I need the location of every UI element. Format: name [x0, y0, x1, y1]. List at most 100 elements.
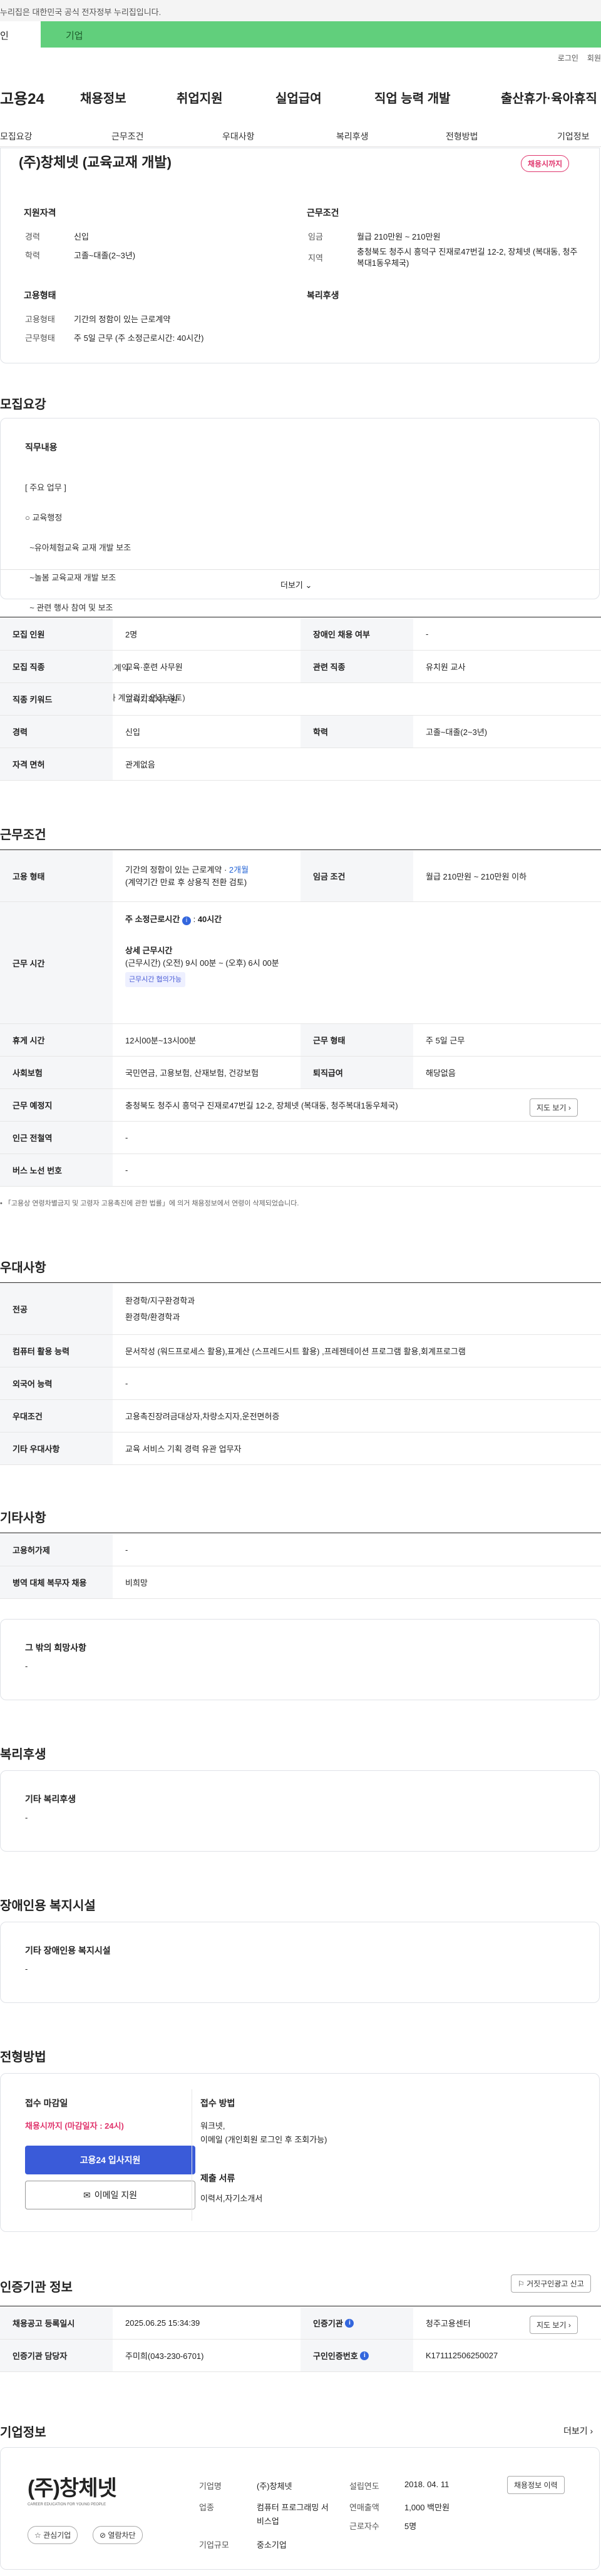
cond-title: 근무조건: [307, 208, 339, 218]
table-row: 근무 시간 주 소정근로시간 i : 40시간 상세 근무시간 (근무시간) (…: [0, 902, 601, 1024]
welfare-box-value: -: [25, 1813, 28, 1822]
career-label: 경력: [25, 232, 40, 241]
recruit-history-button[interactable]: 채용정보 이력: [507, 2476, 565, 2494]
table-row: 우대조건 고용촉진장려금대상자,차량소지자,운전면허증: [0, 1400, 601, 1433]
founded-label: 설립연도: [349, 2482, 379, 2491]
nav-recruit[interactable]: 채용정보: [80, 88, 126, 106]
table-cell: 비희망: [125, 1578, 148, 1588]
nav-parental[interactable]: 출산휴가·육아휴직: [501, 88, 597, 106]
section-recruit: 모집요강: [0, 398, 46, 412]
job-line: ~놀봄 교육교재 개발 보조: [25, 573, 116, 582]
more-button[interactable]: 더보기 ⌄: [280, 579, 312, 591]
table-row: 버스 노선 번호 -: [0, 1154, 601, 1187]
table-header-cell: 직종 키워드: [0, 683, 113, 715]
work-form-value: 주 5일 근무 (주 소정근로시간: 40시간): [74, 333, 204, 343]
deadline-title: 접수 마감일: [25, 2098, 68, 2108]
table-header-cell: 병역 대체 복무자 채용: [0, 1566, 113, 1598]
section-conditions: 근무조건: [0, 828, 46, 842]
welfare-title: 복리후생: [307, 290, 339, 300]
table-row: 인증기관 담당자 주미희(043-230-6701) 구인인증번호 i K171112…: [0, 2340, 601, 2372]
table-header-cell: 기타 우대사항: [0, 1433, 113, 1464]
sales-label: 연매출액: [349, 2503, 379, 2512]
map-button[interactable]: 지도 보기 ›: [530, 1098, 578, 1117]
snb-preferences[interactable]: 우대사항: [222, 130, 255, 143]
sub-nav: 모집요강 근무조건 우대사항 복리후생 전형방법 기업정보: [0, 125, 601, 147]
table-header-cell: 구인인증번호 i: [300, 2340, 413, 2371]
etc-box-value: -: [25, 1661, 28, 1671]
snb-welfare[interactable]: 복리후생: [336, 130, 369, 143]
table-cell: 환경학/지구환경학과 환경학/환경학과: [125, 1296, 195, 1322]
table-header-cell: 경력: [0, 716, 113, 748]
tab-individual[interactable]: 인: [0, 21, 41, 48]
table-cell: -: [125, 1133, 128, 1142]
table-cell: 주 소정근로시간 i : 40시간 상세 근무시간 (근무시간) (오전) 9시…: [125, 902, 563, 1023]
table-row: 컴퓨터 활용 능력 문서작성 (워드프로세스 활용),표계산 (스프레드시트 활용…: [0, 1335, 601, 1367]
qual-title: 지원자격: [24, 208, 56, 218]
method-value: 워크넷, 이메일 (개인회원 로그인 후 조회가능): [200, 2121, 327, 2144]
main-nav: 고용24 채용정보 취업지원 실업급여 직업 능력 개발 출산휴가·육아휴직: [0, 81, 601, 113]
staff-label: 근로자수: [349, 2522, 379, 2531]
snb-recruit[interactable]: 모집요강: [0, 130, 33, 143]
table-row: 사회보험 국민연금, 고용보험, 산재보험, 건강보험 퇴직급여 해당없음: [0, 1057, 601, 1089]
member-link[interactable]: 회원: [587, 53, 601, 63]
table-header-cell: 학력: [300, 716, 413, 748]
apply-button[interactable]: 고용24 입사지원: [25, 2146, 195, 2174]
table-cell: 교육 서비스 기획 경력 유관 업무자: [125, 1444, 242, 1454]
disabled-box: [0, 1922, 600, 2003]
site-logo[interactable]: 고용24: [0, 86, 44, 108]
etc-box-title: 그 밖의 희망사항: [25, 1643, 86, 1653]
info-icon: i: [360, 2351, 369, 2360]
table-row: 기타 우대사항 교육 서비스 기획 경력 유관 업무자: [0, 1433, 601, 1465]
nav-employment[interactable]: 취업지원: [177, 88, 223, 106]
table-cell: 충청북도 청주시 흥덕구 진재로47번길 12-2, 장체넷 (복대동, 청주복…: [125, 1101, 398, 1110]
login-link[interactable]: 로그인: [558, 53, 578, 63]
table-row: 전공 환경학/지구환경학과 환경학/환경학과: [0, 1284, 601, 1335]
table-cell: 2025.06.25 15:34:39: [125, 2318, 200, 2328]
wage-value: 월급 210만원 ~ 210만원: [357, 232, 441, 241]
table-header-cell: 외국어 능력: [0, 1367, 113, 1399]
snb-company[interactable]: 기업정보: [557, 130, 590, 143]
table-cell: K171112506250027: [426, 2351, 498, 2360]
table-cell: 고용촉진장려금대상자,차량소지자,운전면허증: [125, 1412, 280, 1421]
staff-value: 5명: [404, 2522, 417, 2531]
section-cert: 인증기관 정보: [0, 2281, 73, 2295]
block-button[interactable]: ⊘ 열람차단: [93, 2526, 143, 2544]
snb-selection[interactable]: 전형방법: [446, 130, 478, 143]
cert-map-button[interactable]: 지도 보기 ›: [530, 2316, 578, 2334]
emp-title: 고용형태: [24, 290, 56, 300]
table-cell: 12시00분~13시00분: [125, 1036, 197, 1045]
nav-unemployment[interactable]: 실업급여: [275, 88, 322, 106]
section-disabled: 장애인용 복지시설: [0, 1899, 96, 1913]
mail-icon: ✉: [83, 2189, 91, 2200]
company-name: (주)창체넷: [257, 2482, 292, 2491]
flexible-hours-badge: 근무시간 협의가능: [125, 972, 186, 987]
emp-type-value: 기간의 정함이 있는 근로계약: [74, 315, 171, 324]
audience-tabs: 인 기업: [0, 21, 601, 48]
table-row: 휴게 시간 12시00분~13시00분 근무 형태 주 5일 근무: [0, 1024, 601, 1057]
disabled-box-value: -: [25, 1964, 28, 1974]
nav-training[interactable]: 직업 능력 개발: [374, 88, 451, 106]
table-row: 채용공고 등록일시 2025.06.25 15:34:39 인증기관 i 청주고용센터: [0, 2307, 601, 2340]
snb-conditions[interactable]: 근무조건: [111, 130, 144, 143]
tab-company[interactable]: 기업: [41, 21, 83, 48]
edu-value: 고졸~대졸(2~3년): [74, 251, 136, 260]
report-button[interactable]: ⚐ 거짓구인광고 신고: [511, 2274, 591, 2293]
section-company: 기업정보: [0, 2426, 46, 2440]
table-row: 외국어 능력 -: [0, 1367, 601, 1400]
table-header-cell: 관련 직종: [300, 651, 413, 682]
table-header-cell: 퇴직급여: [300, 1057, 413, 1088]
size-label: 기업규모: [199, 2540, 229, 2550]
company-more-link[interactable]: 더보기 ›: [563, 2425, 593, 2437]
table-header-cell: 임금 조건: [300, 851, 413, 901]
table-header-cell: 고용 형태: [0, 851, 113, 901]
interest-button[interactable]: ☆ 관심기업: [28, 2526, 78, 2544]
job-line: ○ 교육행정: [25, 513, 63, 522]
table-cell: 주 5일 근무: [426, 1036, 465, 1045]
table-header-cell: 버스 노선 번호: [0, 1154, 113, 1186]
email-apply-button[interactable]: ✉ 이메일 지원: [25, 2181, 195, 2209]
size-value: 중소기업: [257, 2540, 287, 2550]
table-row: 인근 전철역 -: [0, 1122, 601, 1154]
util-links: 로그인 회원: [558, 53, 601, 63]
welfare-box-title: 기타 복리후생: [25, 1794, 76, 1804]
sales-value: 1,000 백만원: [404, 2503, 450, 2512]
